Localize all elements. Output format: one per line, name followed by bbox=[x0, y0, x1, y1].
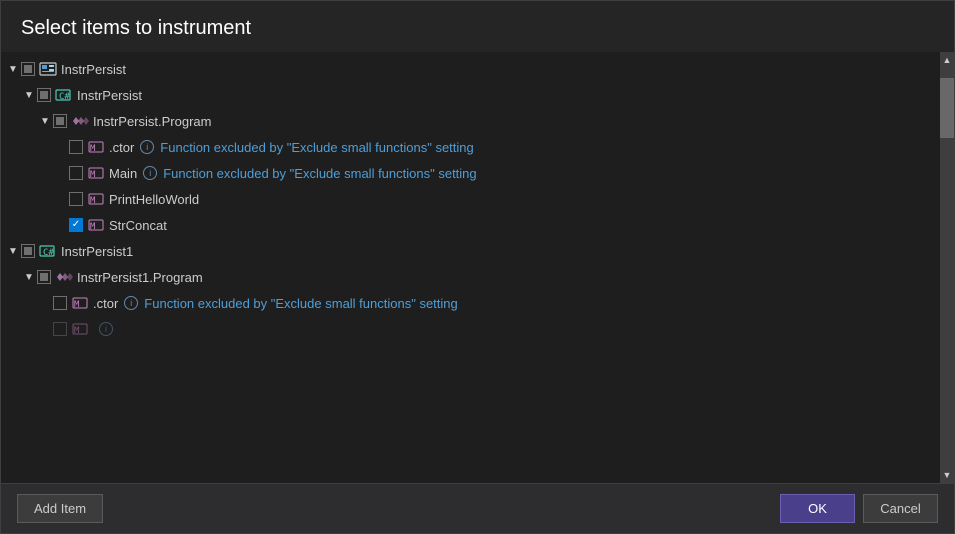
method-icon: M bbox=[87, 217, 105, 233]
excluded-link[interactable]: Function excluded by "Exclude small func… bbox=[163, 166, 476, 181]
node-label: PrintHelloWorld bbox=[109, 192, 199, 207]
node-label: .ctor bbox=[109, 140, 134, 155]
expand-button[interactable]: ▼ bbox=[21, 269, 37, 285]
method-icon: M bbox=[87, 139, 105, 155]
expand-button[interactable]: ▼ bbox=[5, 61, 21, 77]
footer-actions: OK Cancel bbox=[780, 494, 938, 523]
svg-text:C#: C# bbox=[43, 248, 54, 258]
checkbox-instrpersist1-ctor[interactable] bbox=[53, 296, 67, 310]
checkbox-instrpersist1-assembly[interactable] bbox=[21, 244, 35, 258]
node-label: StrConcat bbox=[109, 218, 167, 233]
tree-row[interactable]: ▼ InstrPersist1.Program bbox=[1, 264, 940, 290]
class-icon: C# bbox=[39, 243, 57, 259]
tree-row[interactable]: ▼ C# InstrPersist bbox=[1, 82, 940, 108]
checkbox-instrpersist1-item2[interactable] bbox=[53, 322, 67, 336]
dialog-footer: Add Item OK Cancel bbox=[1, 483, 954, 533]
tree-row[interactable]: M i bbox=[1, 316, 940, 342]
node-label: InstrPersist bbox=[77, 88, 142, 103]
excluded-link[interactable]: Function excluded by "Exclude small func… bbox=[144, 296, 457, 311]
node-label: InstrPersist.Program bbox=[93, 114, 211, 129]
scrollbar[interactable]: ▲ ▼ bbox=[940, 52, 954, 483]
checkbox-instrpersist-strconcat[interactable] bbox=[69, 218, 83, 232]
namespace-icon bbox=[55, 269, 73, 285]
scroll-down-arrow[interactable]: ▼ bbox=[940, 467, 954, 483]
scroll-thumb[interactable] bbox=[940, 78, 954, 138]
checkbox-instrpersist-main[interactable] bbox=[69, 166, 83, 180]
dialog: Select items to instrument ▼ InstrP bbox=[0, 0, 955, 534]
checkbox-instrpersist-program[interactable] bbox=[53, 114, 67, 128]
node-label: InstrPersist1.Program bbox=[77, 270, 203, 285]
tree-area[interactable]: ▼ InstrPersist ▼ bbox=[1, 52, 940, 483]
svg-text:M: M bbox=[90, 170, 96, 180]
svg-text:M: M bbox=[90, 196, 96, 206]
tree-row[interactable]: M .ctor i Function excluded by "Exclude … bbox=[1, 134, 940, 160]
svg-text:M: M bbox=[74, 326, 80, 336]
node-label: InstrPersist1 bbox=[61, 244, 133, 259]
svg-text:M: M bbox=[74, 300, 80, 310]
node-label: .ctor bbox=[93, 296, 118, 311]
svg-text:C#: C# bbox=[59, 92, 70, 102]
tree-row[interactable]: M StrConcat bbox=[1, 212, 940, 238]
method-icon: M bbox=[71, 321, 89, 337]
ok-button[interactable]: OK bbox=[780, 494, 855, 523]
checkbox-instrpersist-project[interactable] bbox=[37, 88, 51, 102]
dialog-content: ▼ InstrPersist ▼ bbox=[1, 52, 954, 483]
dialog-title: Select items to instrument bbox=[1, 1, 954, 52]
scroll-track[interactable] bbox=[940, 68, 954, 467]
info-icon: i bbox=[99, 322, 113, 336]
checkbox-instrpersist-assembly[interactable] bbox=[21, 62, 35, 76]
node-label: InstrPersist bbox=[61, 62, 126, 77]
add-item-button[interactable]: Add Item bbox=[17, 494, 103, 523]
expand-button[interactable]: ▼ bbox=[21, 87, 37, 103]
tree-row[interactable]: M .ctor i Function excluded by "Exclude … bbox=[1, 290, 940, 316]
assembly-icon bbox=[39, 61, 57, 77]
method-icon: M bbox=[87, 191, 105, 207]
info-icon: i bbox=[140, 140, 154, 154]
tree-row[interactable]: M Main i Function excluded by "Exclude s… bbox=[1, 160, 940, 186]
tree-row[interactable]: ▼ InstrPersist.Program bbox=[1, 108, 940, 134]
info-icon: i bbox=[124, 296, 138, 310]
checkbox-instrpersist1-program[interactable] bbox=[37, 270, 51, 284]
class-icon: C# bbox=[55, 87, 73, 103]
svg-text:M: M bbox=[90, 144, 96, 154]
tree-row[interactable]: M PrintHelloWorld bbox=[1, 186, 940, 212]
scroll-up-arrow[interactable]: ▲ bbox=[940, 52, 954, 68]
tree-row[interactable]: ▼ C# InstrPersist1 bbox=[1, 238, 940, 264]
expand-button[interactable]: ▼ bbox=[5, 243, 21, 259]
expand-button[interactable]: ▼ bbox=[37, 113, 53, 129]
node-label: Main bbox=[109, 166, 137, 181]
tree-row[interactable]: ▼ InstrPersist bbox=[1, 56, 940, 82]
cancel-button[interactable]: Cancel bbox=[863, 494, 938, 523]
info-icon: i bbox=[143, 166, 157, 180]
namespace-icon bbox=[71, 113, 89, 129]
method-icon: M bbox=[87, 165, 105, 181]
checkbox-instrpersist-ctor[interactable] bbox=[69, 140, 83, 154]
method-icon: M bbox=[71, 295, 89, 311]
checkbox-instrpersist-printhelloworld[interactable] bbox=[69, 192, 83, 206]
svg-text:M: M bbox=[90, 222, 96, 232]
excluded-link[interactable]: Function excluded by "Exclude small func… bbox=[160, 140, 473, 155]
